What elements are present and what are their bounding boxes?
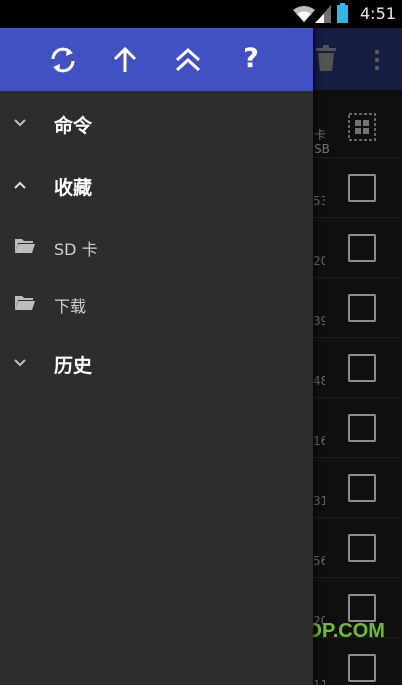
favorite-item-download[interactable]: 下载	[0, 275, 313, 331]
section-commands[interactable]: 命令	[0, 93, 313, 153]
chevron-down-icon	[14, 119, 26, 127]
favorite-label: SD 卡	[54, 240, 98, 259]
status-bar: 4:51	[0, 0, 402, 28]
folder-open-icon	[15, 296, 35, 310]
navigation-drawer: ? 命令 收藏 SD 卡 下载 历史	[0, 28, 313, 685]
double-chevron-up-icon	[175, 47, 201, 72]
section-label: 命令	[54, 115, 93, 137]
battery-icon	[337, 3, 348, 23]
signal-icon	[315, 5, 331, 23]
section-history[interactable]: 历史	[0, 333, 313, 393]
status-time: 4:51	[360, 4, 396, 23]
favorite-label: 下载	[54, 297, 87, 316]
screen: 4:51 卡 SB 53 20 39 48 16 31 56 20 11 ITM…	[0, 0, 402, 685]
go-root-button[interactable]	[172, 44, 204, 76]
refresh-button[interactable]	[47, 44, 79, 76]
section-favorites[interactable]: 收藏	[0, 155, 313, 215]
drawer-scrim[interactable]	[313, 28, 402, 685]
favorite-item-sd-card[interactable]: SD 卡	[0, 218, 313, 274]
drawer-toolbar: ?	[0, 28, 313, 91]
folder-open-icon	[15, 239, 35, 253]
section-label: 收藏	[54, 177, 93, 199]
chevron-up-icon	[14, 181, 26, 189]
arrow-up-icon	[113, 46, 137, 72]
wifi-icon	[293, 6, 315, 22]
chevron-down-icon	[14, 359, 26, 367]
help-button[interactable]: ?	[236, 41, 266, 77]
section-label: 历史	[54, 355, 93, 377]
help-icon: ?	[243, 43, 259, 74]
refresh-icon	[51, 47, 75, 73]
go-up-button[interactable]	[109, 44, 141, 76]
